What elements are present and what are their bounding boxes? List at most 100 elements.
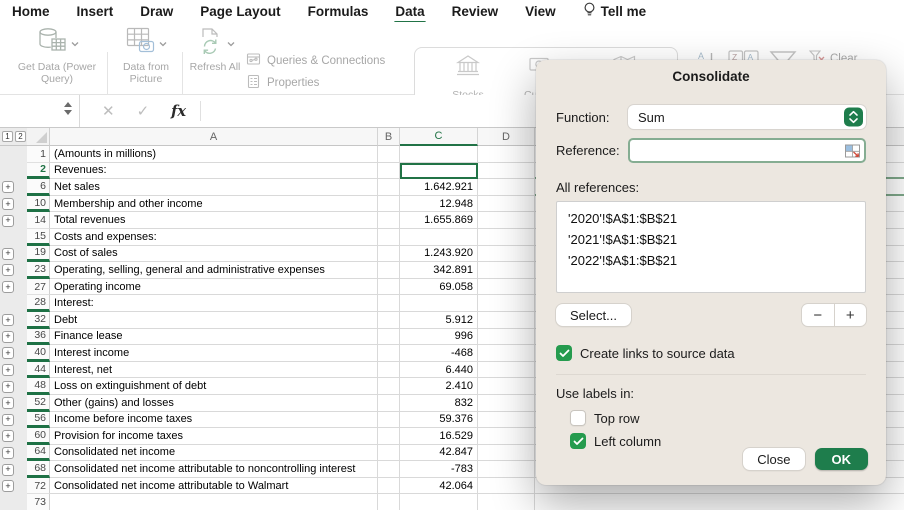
top-row-checkbox[interactable] <box>570 410 586 426</box>
cell[interactable] <box>378 478 400 495</box>
cell[interactable]: Debt <box>50 312 378 329</box>
cell[interactable] <box>478 362 535 379</box>
cell[interactable] <box>378 428 400 445</box>
expand-group-button[interactable]: + <box>2 464 14 476</box>
reference-item[interactable]: '2020'!$A$1:$B$21 <box>557 208 865 229</box>
cell[interactable]: 1.642.921 <box>400 179 478 196</box>
cell[interactable]: Membership and other income <box>50 196 378 213</box>
cell[interactable] <box>378 362 400 379</box>
expand-group-button[interactable]: + <box>2 215 14 227</box>
cell[interactable] <box>400 146 478 163</box>
cell[interactable] <box>378 412 400 429</box>
cell[interactable] <box>400 229 478 246</box>
row-header-72[interactable]: 72 <box>27 478 50 495</box>
cell[interactable] <box>400 295 478 312</box>
column-header-b[interactable]: B <box>378 128 400 146</box>
row-header-1[interactable]: 1 <box>27 146 50 163</box>
cell[interactable] <box>478 494 535 510</box>
cell[interactable] <box>400 494 478 510</box>
menu-item-data[interactable]: Data <box>395 4 424 19</box>
menu-item-draw[interactable]: Draw <box>140 4 173 19</box>
cell[interactable] <box>478 428 535 445</box>
row-header-10[interactable]: 10 <box>27 196 50 213</box>
queries-connections-button[interactable]: Queries & Connections <box>246 50 385 72</box>
cell[interactable] <box>378 378 400 395</box>
get-data-button[interactable]: Get Data (Power Query) <box>10 27 104 86</box>
cell[interactable] <box>50 494 378 510</box>
cell[interactable]: 16.529 <box>400 428 478 445</box>
references-listbox[interactable]: '2020'!$A$1:$B$21'2021'!$A$1:$B$21'2022'… <box>556 201 866 293</box>
cell[interactable]: Operating, selling, general and administ… <box>50 262 378 279</box>
cell[interactable] <box>378 279 400 296</box>
remove-reference-button[interactable]: − <box>802 304 835 326</box>
cell[interactable] <box>478 262 535 279</box>
cell[interactable] <box>478 461 535 478</box>
row-header-23[interactable]: 23 <box>27 262 50 279</box>
cell[interactable]: Costs and expenses: <box>50 229 378 246</box>
cell[interactable]: -783 <box>400 461 478 478</box>
menu-item-insert[interactable]: Insert <box>77 4 114 19</box>
outline-level-1-button[interactable]: 1 <box>2 131 13 142</box>
row-header-56[interactable]: 56 <box>27 412 50 429</box>
column-header-a[interactable]: A <box>50 128 378 146</box>
menu-item-page-layout[interactable]: Page Layout <box>200 4 280 19</box>
cell[interactable] <box>378 179 400 196</box>
row-header-60[interactable]: 60 <box>27 428 50 445</box>
cell[interactable] <box>378 229 400 246</box>
cell[interactable]: 69.058 <box>400 279 478 296</box>
cell[interactable] <box>378 494 400 510</box>
close-button[interactable]: Close <box>743 448 804 470</box>
name-box-stepper[interactable] <box>64 102 72 115</box>
menu-item-view[interactable]: View <box>525 4 556 19</box>
expand-group-button[interactable]: + <box>2 381 14 393</box>
cell[interactable] <box>478 163 535 180</box>
row-header-32[interactable]: 32 <box>27 312 50 329</box>
cell[interactable] <box>378 445 400 462</box>
row-header-44[interactable]: 44 <box>27 362 50 379</box>
left-column-checkbox[interactable] <box>570 433 586 449</box>
expand-group-button[interactable]: + <box>2 181 14 193</box>
cell[interactable]: Provision for income taxes <box>50 428 378 445</box>
cell[interactable] <box>378 146 400 163</box>
range-selector-icon[interactable] <box>845 144 860 157</box>
cell[interactable] <box>378 395 400 412</box>
cell[interactable]: Total revenues <box>50 212 378 229</box>
cell[interactable] <box>535 494 904 510</box>
cell[interactable] <box>378 345 400 362</box>
cell[interactable] <box>478 279 535 296</box>
insert-function-icon[interactable]: fx <box>171 103 186 120</box>
column-header-d[interactable]: D <box>478 128 535 146</box>
outline-level-2-button[interactable]: 2 <box>15 131 26 142</box>
menu-item-home[interactable]: Home <box>12 4 50 19</box>
row-header-19[interactable]: 19 <box>27 246 50 263</box>
cell[interactable]: 12.948 <box>400 196 478 213</box>
menu-item-review[interactable]: Review <box>452 4 499 19</box>
select-all-corner[interactable] <box>27 128 50 146</box>
expand-group-button[interactable]: + <box>2 364 14 376</box>
expand-group-button[interactable]: + <box>2 480 14 492</box>
cell[interactable]: 59.376 <box>400 412 478 429</box>
cell[interactable] <box>478 378 535 395</box>
cell[interactable] <box>478 312 535 329</box>
cell[interactable]: Other (gains) and losses <box>50 395 378 412</box>
ok-button[interactable]: OK <box>815 448 869 470</box>
row-header-2[interactable]: 2 <box>27 163 50 180</box>
cell[interactable] <box>478 478 535 495</box>
cell[interactable]: 42.064 <box>400 478 478 495</box>
row-header-6[interactable]: 6 <box>27 179 50 196</box>
cell[interactable]: Income before income taxes <box>50 412 378 429</box>
create-links-checkbox[interactable] <box>556 345 572 361</box>
expand-group-button[interactable]: + <box>2 397 14 409</box>
expand-group-button[interactable]: + <box>2 264 14 276</box>
cell[interactable]: Finance lease <box>50 329 378 346</box>
cell[interactable] <box>478 179 535 196</box>
expand-group-button[interactable]: + <box>2 414 14 426</box>
row-header-14[interactable]: 14 <box>27 212 50 229</box>
cell[interactable] <box>478 445 535 462</box>
cell[interactable]: 1.243.920 <box>400 246 478 263</box>
expand-group-button[interactable]: + <box>2 447 14 459</box>
expand-group-button[interactable]: + <box>2 331 14 343</box>
name-box[interactable] <box>0 95 80 127</box>
expand-group-button[interactable]: + <box>2 248 14 260</box>
refresh-all-button[interactable]: Refresh All <box>186 27 244 73</box>
